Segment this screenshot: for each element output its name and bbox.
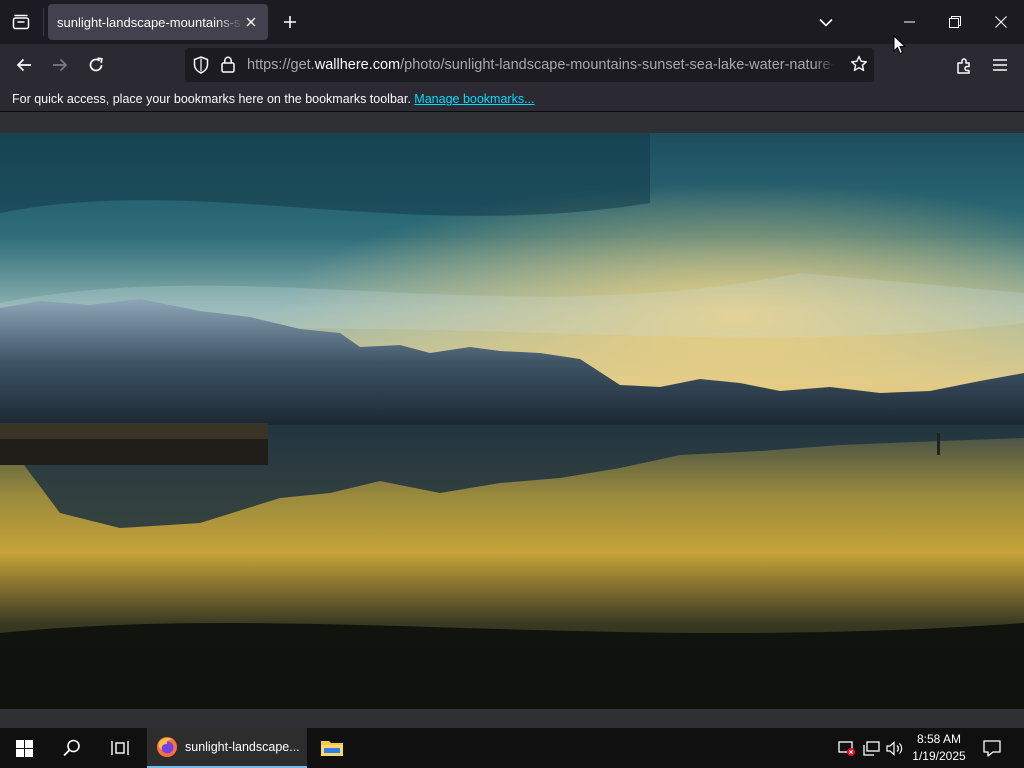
search-icon bbox=[63, 739, 80, 757]
maximize-icon bbox=[949, 16, 961, 28]
reload-icon bbox=[89, 57, 103, 72]
list-all-tabs-button[interactable] bbox=[814, 10, 838, 34]
close-icon bbox=[995, 16, 1007, 28]
star-icon bbox=[851, 55, 867, 72]
page-content bbox=[0, 112, 1024, 728]
bookmarks-toolbar: For quick access, place your bookmarks h… bbox=[0, 86, 1024, 112]
bookmarks-empty-message: For quick access, place your bookmarks h… bbox=[12, 92, 411, 106]
taskbar-file-explorer[interactable] bbox=[308, 728, 356, 768]
reload-button[interactable] bbox=[81, 50, 111, 80]
tray-security-alert[interactable] bbox=[836, 728, 858, 768]
chevron-down-icon bbox=[819, 18, 833, 27]
tab-title: sunlight-landscape-mountains-sunset-sea-… bbox=[57, 14, 243, 30]
tab-separator bbox=[43, 8, 44, 36]
bookmark-star-button[interactable] bbox=[850, 55, 868, 78]
lock-icon bbox=[221, 56, 235, 73]
file-explorer-icon bbox=[321, 741, 343, 756]
maximize-button[interactable] bbox=[932, 0, 978, 44]
search-button[interactable] bbox=[48, 728, 96, 768]
tracking-protection-button[interactable] bbox=[193, 56, 209, 79]
taskbar-clock[interactable]: 8:58 AM 1/19/2025 bbox=[906, 731, 972, 765]
task-view-button[interactable] bbox=[96, 728, 144, 768]
url-path: /photo/sunlight-landscape-mountains-suns… bbox=[400, 57, 837, 73]
windows-start-icon bbox=[15, 739, 33, 757]
plus-icon bbox=[284, 16, 296, 28]
address-bar[interactable]: https://get.wallhere.com/photo/sunlight-… bbox=[185, 48, 874, 82]
tray-network[interactable] bbox=[860, 728, 882, 768]
close-icon bbox=[246, 17, 256, 27]
forward-arrow-icon bbox=[53, 58, 68, 72]
app-menu-button[interactable] bbox=[985, 50, 1015, 80]
action-center-button[interactable] bbox=[978, 728, 1006, 768]
security-alert-icon bbox=[838, 741, 855, 756]
taskbar: sunlight-landscape... 8:58 AM 1/19/2025 bbox=[0, 728, 1024, 768]
url-prefix: https://get. bbox=[247, 57, 315, 73]
shield-icon bbox=[193, 56, 209, 74]
back-button[interactable] bbox=[9, 50, 39, 80]
close-window-button[interactable] bbox=[978, 0, 1024, 44]
manage-bookmarks-link[interactable]: Manage bookmarks... bbox=[414, 92, 534, 106]
new-tab-button[interactable] bbox=[278, 10, 302, 34]
firefox-view-icon bbox=[12, 14, 30, 30]
navigation-toolbar: https://get.wallhere.com/photo/sunlight-… bbox=[0, 44, 1024, 86]
task-view-icon bbox=[111, 741, 129, 755]
clock-date: 1/19/2025 bbox=[912, 749, 966, 763]
landscape-photo[interactable] bbox=[0, 133, 1024, 709]
tab-strip: sunlight-landscape-mountains-sunset-sea-… bbox=[0, 0, 1024, 44]
extensions-icon bbox=[956, 57, 970, 74]
tray-volume[interactable] bbox=[884, 728, 906, 768]
site-info-button[interactable] bbox=[221, 56, 235, 78]
firefox-icon bbox=[157, 737, 177, 757]
taskbar-firefox-app[interactable]: sunlight-landscape... bbox=[147, 728, 307, 768]
clock-time: 8:58 AM bbox=[916, 732, 962, 746]
forward-button[interactable] bbox=[45, 50, 75, 80]
menu-icon bbox=[993, 59, 1007, 71]
mouse-cursor bbox=[893, 35, 907, 55]
extensions-button[interactable] bbox=[949, 50, 979, 80]
url-text[interactable]: https://get.wallhere.com/photo/sunlight-… bbox=[247, 57, 837, 75]
url-host: wallhere.com bbox=[314, 57, 401, 73]
start-button[interactable] bbox=[0, 728, 48, 768]
taskbar-firefox-label: sunlight-landscape... bbox=[185, 740, 300, 754]
back-arrow-icon bbox=[16, 58, 31, 72]
tab-active[interactable]: sunlight-landscape-mountains-sunset-sea-… bbox=[48, 4, 268, 40]
landscape-image bbox=[0, 133, 1024, 709]
notifications-icon bbox=[983, 739, 1001, 757]
network-icon bbox=[862, 740, 880, 756]
minimize-icon bbox=[903, 21, 915, 23]
tab-close-button[interactable] bbox=[242, 13, 260, 31]
volume-icon bbox=[886, 740, 903, 756]
firefox-view-button[interactable] bbox=[8, 9, 34, 35]
